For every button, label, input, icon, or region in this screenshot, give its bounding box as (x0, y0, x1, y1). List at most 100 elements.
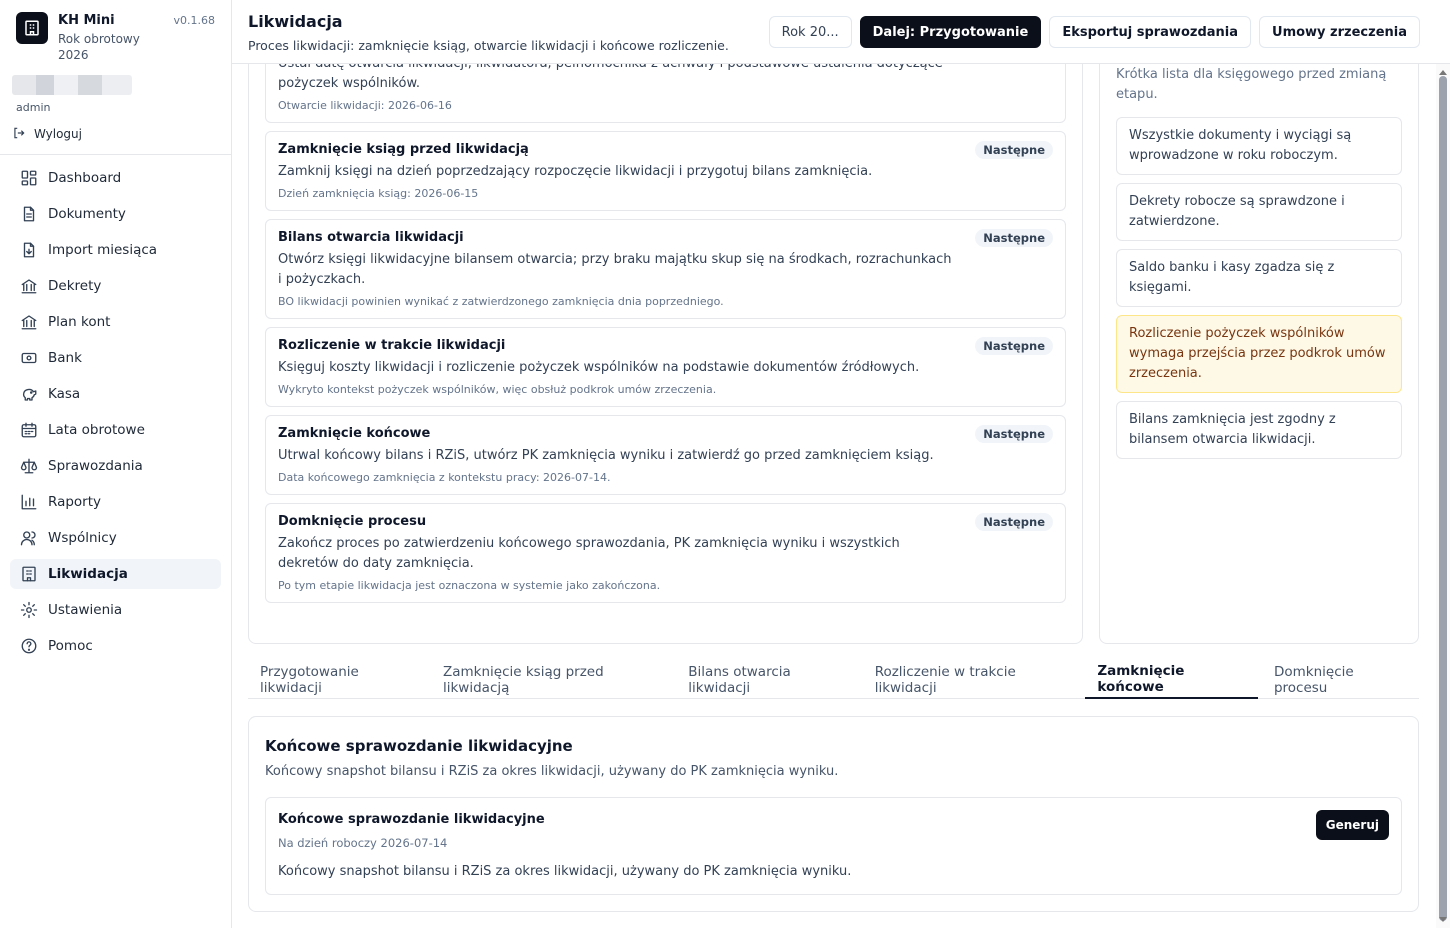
stage-tabs: Przygotowanie likwidacji Zamknięcie ksiąg… (248, 661, 1419, 699)
step-description: Zamknij księgi na dzień poprzedzający ro… (278, 164, 873, 179)
sidebar-item-dashboard[interactable]: Dashboard (10, 163, 221, 193)
sidebar-item-dekrety[interactable]: Dekrety (10, 271, 221, 301)
final-report-subtitle: Końcowy snapshot bilansu i RZiS za okres… (265, 764, 839, 779)
page-header: Likwidacja Proces likwidacji: zamknięcie… (232, 0, 1450, 64)
tab-5[interactable]: Zamknięcie końcowe (1085, 661, 1258, 699)
sidebar-item-plan-kont[interactable]: Plan kont (10, 307, 221, 337)
logout-icon (12, 126, 28, 142)
sidebar-item-label: Dashboard (48, 170, 122, 186)
final-report-card: Końcowe sprawozdanie likwidacyjne Końcow… (248, 716, 1419, 912)
sidebar: KH Mini Rok obrotowy 2026 v0.1.68 admin … (0, 0, 232, 928)
sidebar-item-ustawienia[interactable]: Ustawienia (10, 595, 221, 625)
step-item: Rozliczenie w trakcie likwidacji Księguj … (265, 327, 1066, 407)
checklist-description: Krótka lista dla księgowego przed zmianą… (1116, 67, 1387, 102)
app-name: KH Mini (58, 13, 115, 28)
sidebar-item-import-miesiaca[interactable]: Import miesiąca (10, 235, 221, 265)
report-date: Na dzień roboczy 2026-07-14 (278, 836, 448, 850)
next-step-button[interactable]: Dalej: Przygotowanie (859, 16, 1042, 48)
step-description: Otwórz księgi likwidacyjne bilansem otwa… (278, 252, 952, 287)
building-icon (16, 12, 48, 44)
checklist-items: Wszystkie dokumenty i wyciągi są wprowad… (1116, 117, 1402, 467)
sidebar-item-lata-obrotowe[interactable]: Lata obrotowe (10, 415, 221, 445)
tab-2[interactable]: Zamknięcie ksiąg przed likwidacją (431, 661, 672, 699)
dashboard-icon (20, 169, 38, 187)
scroll-up-icon[interactable] (1439, 70, 1447, 75)
piggy-bank-icon (20, 385, 38, 403)
brand: KH Mini Rok obrotowy 2026 v0.1.68 (0, 0, 231, 63)
checklist-item: Bilans zamknięcia jest zgodny z bilansem… (1116, 401, 1402, 459)
status-badge: Następne (975, 513, 1053, 531)
document-icon (20, 205, 38, 223)
sidebar-item-label: Likwidacja (48, 566, 128, 582)
sidebar-item-sprawozdania[interactable]: Sprawozdania (10, 451, 221, 481)
import-icon (20, 241, 38, 259)
sidebar-item-kasa[interactable]: Kasa (10, 379, 221, 409)
report-title: Końcowe sprawozdanie likwidacyjne (278, 812, 545, 827)
export-reports-button[interactable]: Eksportuj sprawozdania (1049, 16, 1252, 48)
gear-icon (20, 601, 38, 619)
help-icon (20, 637, 38, 655)
scroll-down-icon[interactable] (1439, 917, 1447, 922)
step-description: Zakończ proces po zatwierdzeniu końcoweg… (278, 536, 900, 571)
logout-button[interactable]: Wyloguj (12, 126, 231, 142)
sidebar-item-wspolnicy[interactable]: Wspólnicy (10, 523, 221, 553)
app-version: v0.1.68 (173, 14, 216, 27)
sidebar-nav: Dashboard Dokumenty Import miesiąca Dekrety… (0, 155, 231, 675)
tab-4[interactable]: Rozliczenie w trakcie likwidacji (863, 661, 1082, 699)
sidebar-item-label: Bank (48, 350, 82, 366)
report-item: Końcowe sprawozdanie likwidacyjne Na dzi… (265, 797, 1402, 895)
step-note: Po tym etapie likwidacja jest oznaczona … (278, 579, 661, 592)
step-title: Rozliczenie w trakcie likwidacji (278, 338, 506, 353)
tab-3[interactable]: Bilans otwarcia likwidacji (676, 661, 858, 699)
sidebar-item-bank[interactable]: Bank (10, 343, 221, 373)
sidebar-item-label: Sprawozdania (48, 458, 143, 474)
scale-icon (20, 457, 38, 475)
tab-6[interactable]: Domknięcie procesu (1262, 661, 1415, 699)
status-badge: Następne (975, 337, 1053, 355)
sidebar-item-likwidacja[interactable]: Likwidacja (10, 559, 221, 589)
generate-button[interactable]: Generuj (1315, 810, 1389, 840)
bank-building-icon (20, 277, 38, 295)
tab-1[interactable]: Przygotowanie likwidacji (248, 661, 427, 699)
bar-chart-icon (20, 493, 38, 511)
waiver-agreements-button[interactable]: Umowy zrzeczenia (1259, 16, 1420, 48)
page-subtitle: Proces likwidacji: zamknięcie ksiąg, otw… (248, 38, 729, 53)
step-note: Wykryto kontekst pożyczek wspólników, wi… (278, 383, 717, 396)
step-description: Ustal datę otwarcia likwidacji, likwidat… (278, 64, 943, 91)
year-select-button[interactable]: Rok 20... (768, 16, 852, 48)
step-item: Zamknięcie końcowe Utrwal końcowy bilans … (265, 415, 1066, 495)
step-description: Księguj koszty likwidacji i rozliczenie … (278, 360, 920, 375)
page-scrollbar[interactable] (1436, 64, 1450, 928)
step-note: Dzień zamknięcia ksiąg: 2026-06-15 (278, 187, 479, 200)
step-title: Domknięcie procesu (278, 514, 427, 529)
user-name: admin (16, 101, 51, 114)
status-badge: Następne (975, 141, 1053, 159)
step-item: Ustal datę otwarcia likwidacji, likwidat… (265, 64, 1066, 123)
sidebar-item-label: Dekrety (48, 278, 102, 294)
step-description: Utrwal końcowy bilans i RZiS, utwórz PK … (278, 448, 934, 463)
report-description: Końcowy snapshot bilansu i RZiS za okres… (278, 864, 852, 879)
users-icon (20, 529, 38, 547)
checklist-item: Dekrety robocze są sprawdzone i zatwierd… (1116, 183, 1402, 241)
sidebar-item-label: Kasa (48, 386, 81, 402)
main-content: Ustal datę otwarcia likwidacji, likwidat… (232, 64, 1436, 928)
sidebar-item-raporty[interactable]: Raporty (10, 487, 221, 517)
sidebar-item-label: Ustawienia (48, 602, 123, 618)
calendar-icon (20, 421, 38, 439)
sidebar-item-dokumenty[interactable]: Dokumenty (10, 199, 221, 229)
scroll-thumb[interactable] (1439, 76, 1447, 921)
checklist-card: Krótka lista dla księgowego przed zmianą… (1099, 64, 1419, 644)
sidebar-item-label: Dokumenty (48, 206, 126, 222)
checklist-item: Wszystkie dokumenty i wyciągi są wprowad… (1116, 117, 1402, 175)
checklist-item-warning: Rozliczenie pożyczek wspólników wymaga p… (1116, 315, 1402, 393)
bank-building-icon (20, 313, 38, 331)
sidebar-item-label: Lata obrotowe (48, 422, 145, 438)
status-badge: Następne (975, 229, 1053, 247)
checklist-item: Saldo banku i kasy zgadza się z księgami… (1116, 249, 1402, 307)
sidebar-item-pomoc[interactable]: Pomoc (10, 631, 221, 661)
sidebar-item-label: Plan kont (48, 314, 111, 330)
sidebar-item-label: Wspólnicy (48, 530, 117, 546)
steps-list: Ustal datę otwarcia likwidacji, likwidat… (265, 64, 1066, 611)
step-item: Bilans otwarcia likwidacji Otwórz księgi … (265, 219, 1066, 319)
step-item: Domknięcie procesu Zakończ proces po zatw… (265, 503, 1066, 603)
